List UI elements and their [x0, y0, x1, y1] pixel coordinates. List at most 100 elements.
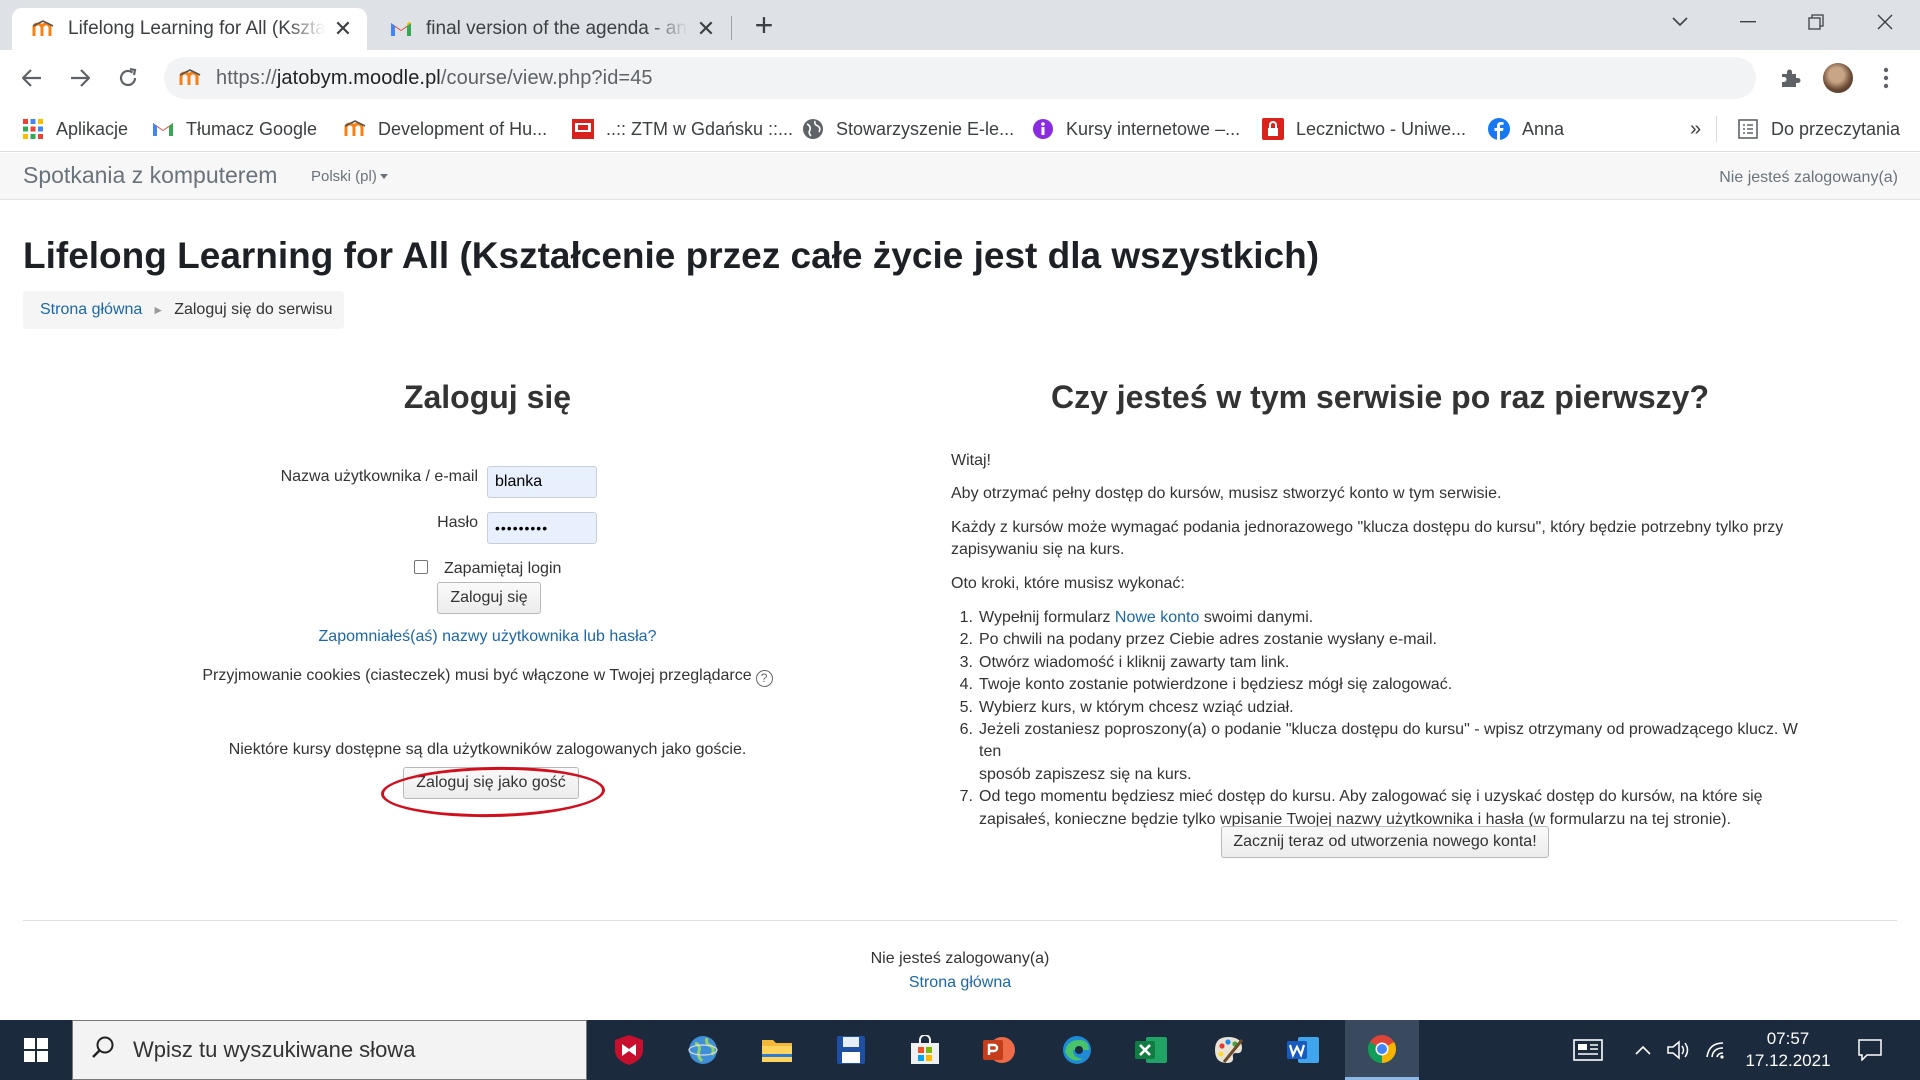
- caret-down-icon: [379, 174, 388, 179]
- file-explorer-folder-icon[interactable]: [741, 1020, 813, 1080]
- password-input[interactable]: [487, 512, 597, 544]
- moodle-favicon-icon: [344, 118, 366, 140]
- new-account-link[interactable]: Nowe konto: [1115, 609, 1200, 626]
- forward-arrow-icon[interactable]: [62, 60, 98, 96]
- reading-list-button[interactable]: Do przeczytania: [1737, 114, 1900, 144]
- remember-login-label: Zapamiętaj login: [444, 560, 562, 577]
- list-item: 2. Po chwili na podany przez Ciebie adres…: [959, 631, 1437, 649]
- reload-icon[interactable]: [110, 60, 146, 96]
- facebook-icon: [1488, 118, 1510, 140]
- bookmark-anna[interactable]: Anna: [1488, 114, 1564, 144]
- restore-icon[interactable]: [1781, 0, 1851, 44]
- tray-chevron-up-icon[interactable]: [1628, 1020, 1658, 1080]
- bookmark-development[interactable]: Development of Hu...: [344, 114, 547, 144]
- apps-grid-icon: [22, 118, 44, 140]
- bookmark-tlumacz-google[interactable]: Tłumacz Google: [152, 114, 317, 144]
- gmail-icon: [152, 118, 174, 140]
- close-window-icon[interactable]: [1850, 0, 1920, 44]
- list-item: 6. Jeżeli zostaniesz poproszony(a) o poda…: [959, 721, 1798, 783]
- profile-avatar[interactable]: [1820, 60, 1856, 96]
- bookmarks-overflow-button[interactable]: »: [1690, 114, 1701, 144]
- ztm-flag-icon: [572, 118, 594, 140]
- reading-list-icon: [1737, 118, 1759, 140]
- kebab-menu-icon[interactable]: [1868, 60, 1904, 96]
- list-item: 4. Twoje konto zostanie potwierdzone i bę…: [959, 676, 1453, 694]
- bookmark-ztm-gdansk[interactable]: ..:: ZTM w Gdańsku ::...: [572, 114, 793, 144]
- windows-start-icon[interactable]: [0, 1020, 72, 1080]
- username-input[interactable]: [487, 466, 597, 498]
- intro-paragraph: Aby otrzymać pełny dostęp do kursów, mus…: [951, 485, 1502, 502]
- footer-login-status: Nie jesteś zalogowany(a): [870, 950, 1050, 967]
- login-heading: Zaloguj się: [403, 379, 572, 415]
- tab-title: final version of the agenda - ankieta: [426, 18, 688, 39]
- breadcrumb-home-link[interactable]: Strona główna: [40, 301, 142, 319]
- network-globe-icon[interactable]: [667, 1020, 739, 1080]
- close-tab-icon[interactable]: ✕: [333, 18, 353, 40]
- forgot-password-link[interactable]: Zapomniałeś(aś) nazwy użytkownika lub ha…: [319, 628, 657, 645]
- taskbar-search-input[interactable]: Wpisz tu wyszukiwane słowa: [72, 1020, 587, 1080]
- breadcrumb-current: Zaloguj się do serwisu: [174, 301, 333, 318]
- site-name-link[interactable]: Spotkania z komputerem: [23, 162, 277, 189]
- news-feed-icon[interactable]: [1566, 1020, 1610, 1080]
- mcafee-shield-icon[interactable]: [593, 1020, 665, 1080]
- page-title: Lifelong Learning for All (Kształcenie p…: [23, 235, 1320, 276]
- remember-login-checkbox[interactable]: [414, 560, 428, 574]
- bookmark-stowarzyszenie[interactable]: Stowarzyszenie E-le...: [802, 114, 1014, 144]
- excel-icon[interactable]: [1115, 1020, 1187, 1080]
- tab-lifelong-learning[interactable]: Lifelong Learning for All (Kształcenie p…: [12, 8, 367, 50]
- moodle-favicon-icon: [32, 18, 54, 40]
- steps-intro: Oto kroki, które musisz wykonać:: [951, 575, 1185, 592]
- greeting-text: Witaj!: [951, 452, 991, 469]
- tab-divider: [731, 16, 732, 40]
- list-item: 7. Od tego momentu będziesz mieć dostęp d…: [959, 788, 1763, 828]
- chrome-browser-icon[interactable]: [1345, 1020, 1419, 1080]
- cookies-notice: Przyjmowanie cookies (ciasteczek) musi b…: [0, 667, 975, 687]
- gmail-icon: [390, 18, 412, 40]
- footer-home-link-row: Strona główna: [0, 974, 1920, 992]
- login-button[interactable]: Zaloguj się: [437, 582, 541, 614]
- url-text: https://jatobym.moodle.pl/course/view.ph…: [216, 66, 653, 89]
- create-account-button[interactable]: Zacznij teraz od utworzenia nowego konta…: [1221, 826, 1549, 858]
- notification-center-icon[interactable]: [1850, 1020, 1890, 1080]
- microsoft-store-bag-icon[interactable]: [889, 1020, 961, 1080]
- bookmarks-divider: [1716, 116, 1717, 142]
- close-tab-icon[interactable]: ✕: [696, 18, 716, 40]
- bookmark-aplikacje[interactable]: Aplikacje: [22, 114, 128, 144]
- edge-browser-icon[interactable]: [1041, 1020, 1113, 1080]
- powerpoint-icon[interactable]: [963, 1020, 1035, 1080]
- save-floppy-icon[interactable]: [815, 1020, 887, 1080]
- footer-divider: [23, 920, 1897, 921]
- moodle-navbar: Spotkania z komputerem Polski (pl) Nie j…: [0, 153, 1920, 200]
- bookmark-kursy-internetowe[interactable]: Kursy internetowe –...: [1032, 114, 1240, 144]
- tab-agenda[interactable]: final version of the agenda - ankieta ✕: [370, 8, 730, 50]
- paint-palette-icon[interactable]: [1193, 1020, 1265, 1080]
- address-bar[interactable]: https://jatobym.moodle.pl/course/view.ph…: [164, 57, 1756, 99]
- windows-taskbar: Wpisz tu wyszukiwane słowa 07:57 17.12.2…: [0, 1020, 1920, 1080]
- new-tab-icon[interactable]: +: [748, 9, 780, 42]
- volume-speaker-icon[interactable]: [1664, 1020, 1694, 1080]
- breadcrumb: Strona główna ► Zaloguj się do serwisu: [23, 291, 344, 329]
- footer-home-link[interactable]: Strona główna: [909, 974, 1011, 991]
- word-icon[interactable]: [1267, 1020, 1339, 1080]
- list-item: 3. Otwórz wiadomość i kliknij zawarty tam…: [959, 653, 1290, 671]
- back-arrow-icon[interactable]: [14, 60, 50, 96]
- extensions-puzzle-icon[interactable]: [1772, 60, 1808, 96]
- bookmarks-bar: Aplikacje Tłumacz Google Development of …: [0, 106, 1920, 152]
- language-menu[interactable]: Polski (pl): [311, 168, 388, 185]
- enrolment-key-paragraph: Każdy z kursów może wymagać podania jedn…: [951, 519, 1784, 558]
- wifi-icon[interactable]: [1700, 1020, 1730, 1080]
- guest-notice: Niektóre kursy dostępne są dla użytkowni…: [228, 741, 747, 758]
- breadcrumb-separator: ►: [152, 303, 165, 317]
- bookmark-lecznictwo[interactable]: Lecznictwo - Uniwe...: [1262, 114, 1466, 144]
- help-question-icon[interactable]: ?: [755, 670, 773, 687]
- list-item: 5. Wybierz kurs, w którym chcesz wziąć ud…: [959, 698, 1294, 716]
- first-time-heading: Czy jesteś w tym serwisie po raz pierwsz…: [1050, 379, 1710, 415]
- nav-login-status: Nie jesteś zalogowany(a): [1719, 169, 1898, 186]
- tab-search-chevron-icon[interactable]: [1645, 0, 1715, 44]
- taskbar-clock[interactable]: 07:57 17.12.2021: [1728, 1028, 1848, 1072]
- forgot-password-link-row: Zapomniałeś(aś) nazwy użytkownika lub ha…: [0, 628, 975, 646]
- minimize-icon[interactable]: [1713, 0, 1783, 44]
- moodle-favicon-icon: [178, 66, 202, 90]
- search-icon: [91, 1035, 115, 1065]
- password-label: Hasło: [437, 514, 478, 531]
